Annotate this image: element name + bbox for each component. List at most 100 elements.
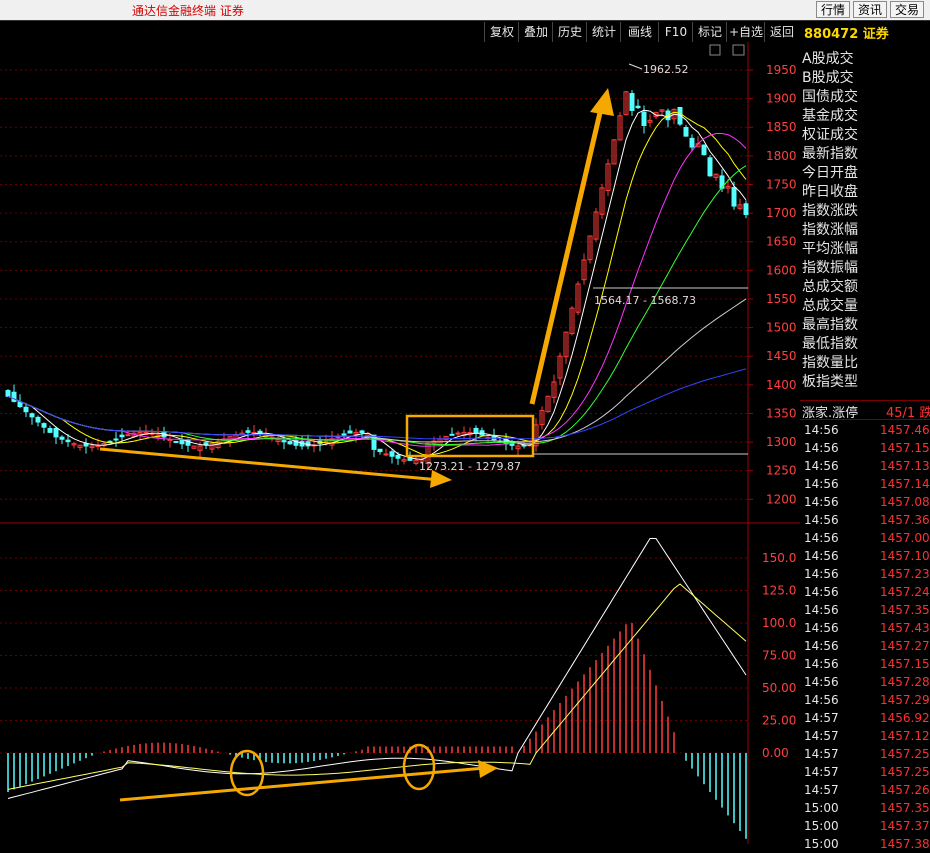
draw-line-button[interactable]: 画线 bbox=[620, 22, 659, 42]
quotes-button[interactable]: 行情 bbox=[816, 1, 850, 18]
macd-divergence-arrow-line bbox=[119, 766, 486, 802]
tick-row[interactable]: 14:57 1456.92 bbox=[800, 709, 930, 727]
candle bbox=[341, 433, 347, 436]
tick-time: 14:56 bbox=[804, 441, 839, 455]
side-menu-item[interactable]: 权证成交 bbox=[800, 126, 930, 145]
tick-row[interactable]: 14:56 1457.24 bbox=[800, 583, 930, 601]
candle bbox=[59, 436, 65, 440]
tick-row[interactable]: 14:56 1457.15 bbox=[800, 439, 930, 457]
tick-row[interactable]: 14:56 1457.23 bbox=[800, 565, 930, 583]
moving-average-line bbox=[7, 368, 747, 440]
price-axis-tick: 1950 bbox=[766, 63, 797, 77]
tick-price: 1457.10 bbox=[880, 549, 930, 563]
tick-time: 14:56 bbox=[804, 423, 839, 437]
tick-time: 14:56 bbox=[804, 477, 839, 491]
statistics-button[interactable]: 统计 bbox=[586, 22, 621, 42]
price-axis-tick: 1600 bbox=[766, 263, 797, 277]
kline-chart[interactable]: 1950 1900 1850 1800 1750 1700 1650 1600 1550 1500… bbox=[0, 42, 800, 844]
tick-row[interactable]: 14:56 1457.08 bbox=[800, 493, 930, 511]
candle bbox=[179, 439, 185, 445]
tick-row[interactable]: 14:57 1457.26 bbox=[800, 781, 930, 799]
mark-button[interactable]: 标记 bbox=[692, 22, 727, 42]
tick-row[interactable]: 14:57 1457.25 bbox=[800, 745, 930, 763]
side-menu-item[interactable]: 昨日收盘 bbox=[800, 183, 930, 202]
side-menu-item[interactable]: 板指类型 bbox=[800, 373, 930, 392]
macd-axis-tick: 125.0 bbox=[762, 584, 796, 598]
candle bbox=[47, 428, 53, 433]
adjust-rights-button[interactable]: 复权 bbox=[484, 22, 519, 42]
tick-row[interactable]: 14:57 1457.25 bbox=[800, 763, 930, 781]
side-menu-item[interactable]: 最低指数 bbox=[800, 335, 930, 354]
title-bar: 通达信金融终端 证券 行情 资讯 交易 bbox=[0, 0, 930, 20]
stat-label: 涨家.涨停 bbox=[802, 406, 859, 421]
candle bbox=[635, 105, 641, 109]
candle bbox=[359, 430, 365, 434]
side-menu-item[interactable]: 总成交量 bbox=[800, 297, 930, 316]
tick-row[interactable]: 14:56 1457.10 bbox=[800, 547, 930, 565]
tick-row[interactable]: 14:56 1457.15 bbox=[800, 655, 930, 673]
macd-axis-tick: 75.00 bbox=[762, 649, 796, 663]
tick-row[interactable]: 15:00 1457.37 bbox=[800, 817, 930, 835]
tick-row[interactable]: 14:57 1457.12 bbox=[800, 727, 930, 745]
back-button[interactable]: 返回 bbox=[764, 22, 799, 42]
side-menu-item[interactable]: 最新指数 bbox=[800, 145, 930, 164]
tick-list[interactable]: 14:56 1457.46 14:56 1457.15 14:56 1457.13 14:5… bbox=[800, 421, 930, 853]
tick-price: 1457.14 bbox=[880, 477, 930, 491]
tick-row[interactable]: 14:56 1457.27 bbox=[800, 637, 930, 655]
candle bbox=[17, 401, 23, 408]
tick-row[interactable]: 14:56 1457.35 bbox=[800, 601, 930, 619]
price-axis-tick: 1850 bbox=[766, 120, 797, 134]
f10-button[interactable]: F10 bbox=[658, 22, 693, 42]
side-menu-item[interactable]: 指数涨幅 bbox=[800, 221, 930, 240]
side-menu-item[interactable]: 国债成交 bbox=[800, 88, 930, 107]
window-icon[interactable] bbox=[732, 44, 745, 56]
side-menu-item[interactable]: A股成交 bbox=[800, 50, 930, 69]
overlay-button[interactable]: 叠加 bbox=[518, 22, 553, 42]
side-menu-item[interactable]: 指数涨跌 bbox=[800, 202, 930, 221]
tick-row[interactable]: 14:56 1457.29 bbox=[800, 691, 930, 709]
candle bbox=[689, 137, 695, 148]
tick-row[interactable]: 15:00 1457.38 bbox=[800, 835, 930, 853]
side-menu-item[interactable]: B股成交 bbox=[800, 69, 930, 88]
tick-price: 1457.15 bbox=[880, 441, 930, 455]
candle bbox=[65, 439, 71, 443]
side-menu-item[interactable]: 基金成交 bbox=[800, 107, 930, 126]
candle bbox=[377, 448, 383, 453]
side-menu-item[interactable]: 平均涨幅 bbox=[800, 240, 930, 259]
candle bbox=[53, 427, 59, 438]
side-menu-item[interactable]: 今日开盘 bbox=[800, 164, 930, 183]
tick-price: 1457.36 bbox=[880, 513, 930, 527]
minimize-icon[interactable] bbox=[709, 44, 721, 56]
tick-row[interactable]: 14:56 1457.14 bbox=[800, 475, 930, 493]
tick-price: 1457.29 bbox=[880, 693, 930, 707]
add-favorite-button[interactable]: +自选 bbox=[726, 22, 765, 42]
breakout-arrow-head bbox=[590, 88, 614, 116]
tick-row[interactable]: 14:56 1457.46 bbox=[800, 421, 930, 439]
tick-price: 1457.25 bbox=[880, 747, 930, 761]
news-button[interactable]: 资讯 bbox=[853, 1, 887, 18]
side-menu-item[interactable]: 总成交额 bbox=[800, 278, 930, 297]
tick-time: 14:56 bbox=[804, 531, 839, 545]
side-menu-item[interactable]: 指数振幅 bbox=[800, 259, 930, 278]
candle bbox=[701, 144, 707, 156]
history-button[interactable]: 历史 bbox=[552, 22, 587, 42]
tick-time: 14:56 bbox=[804, 693, 839, 707]
tick-row[interactable]: 14:56 1457.36 bbox=[800, 511, 930, 529]
tick-time: 14:56 bbox=[804, 621, 839, 635]
trade-button[interactable]: 交易 bbox=[890, 1, 924, 18]
stat-value: 45/1 跌 bbox=[886, 406, 930, 421]
tick-price: 1457.28 bbox=[880, 675, 930, 689]
macd-axis-tick: 100.0 bbox=[762, 616, 796, 630]
tick-row[interactable]: 14:56 1457.00 bbox=[800, 529, 930, 547]
candle bbox=[383, 453, 389, 456]
tick-row[interactable]: 14:56 1457.28 bbox=[800, 673, 930, 691]
side-menu-item[interactable]: 最高指数 bbox=[800, 316, 930, 335]
candle bbox=[11, 391, 17, 402]
tick-row[interactable]: 14:56 1457.13 bbox=[800, 457, 930, 475]
tick-row[interactable]: 15:00 1457.35 bbox=[800, 799, 930, 817]
tick-time: 14:57 bbox=[804, 765, 839, 779]
side-menu-item[interactable]: 指数量比 bbox=[800, 354, 930, 373]
tick-row[interactable]: 14:56 1457.43 bbox=[800, 619, 930, 637]
tick-price: 1457.15 bbox=[880, 657, 930, 671]
tick-time: 14:56 bbox=[804, 603, 839, 617]
